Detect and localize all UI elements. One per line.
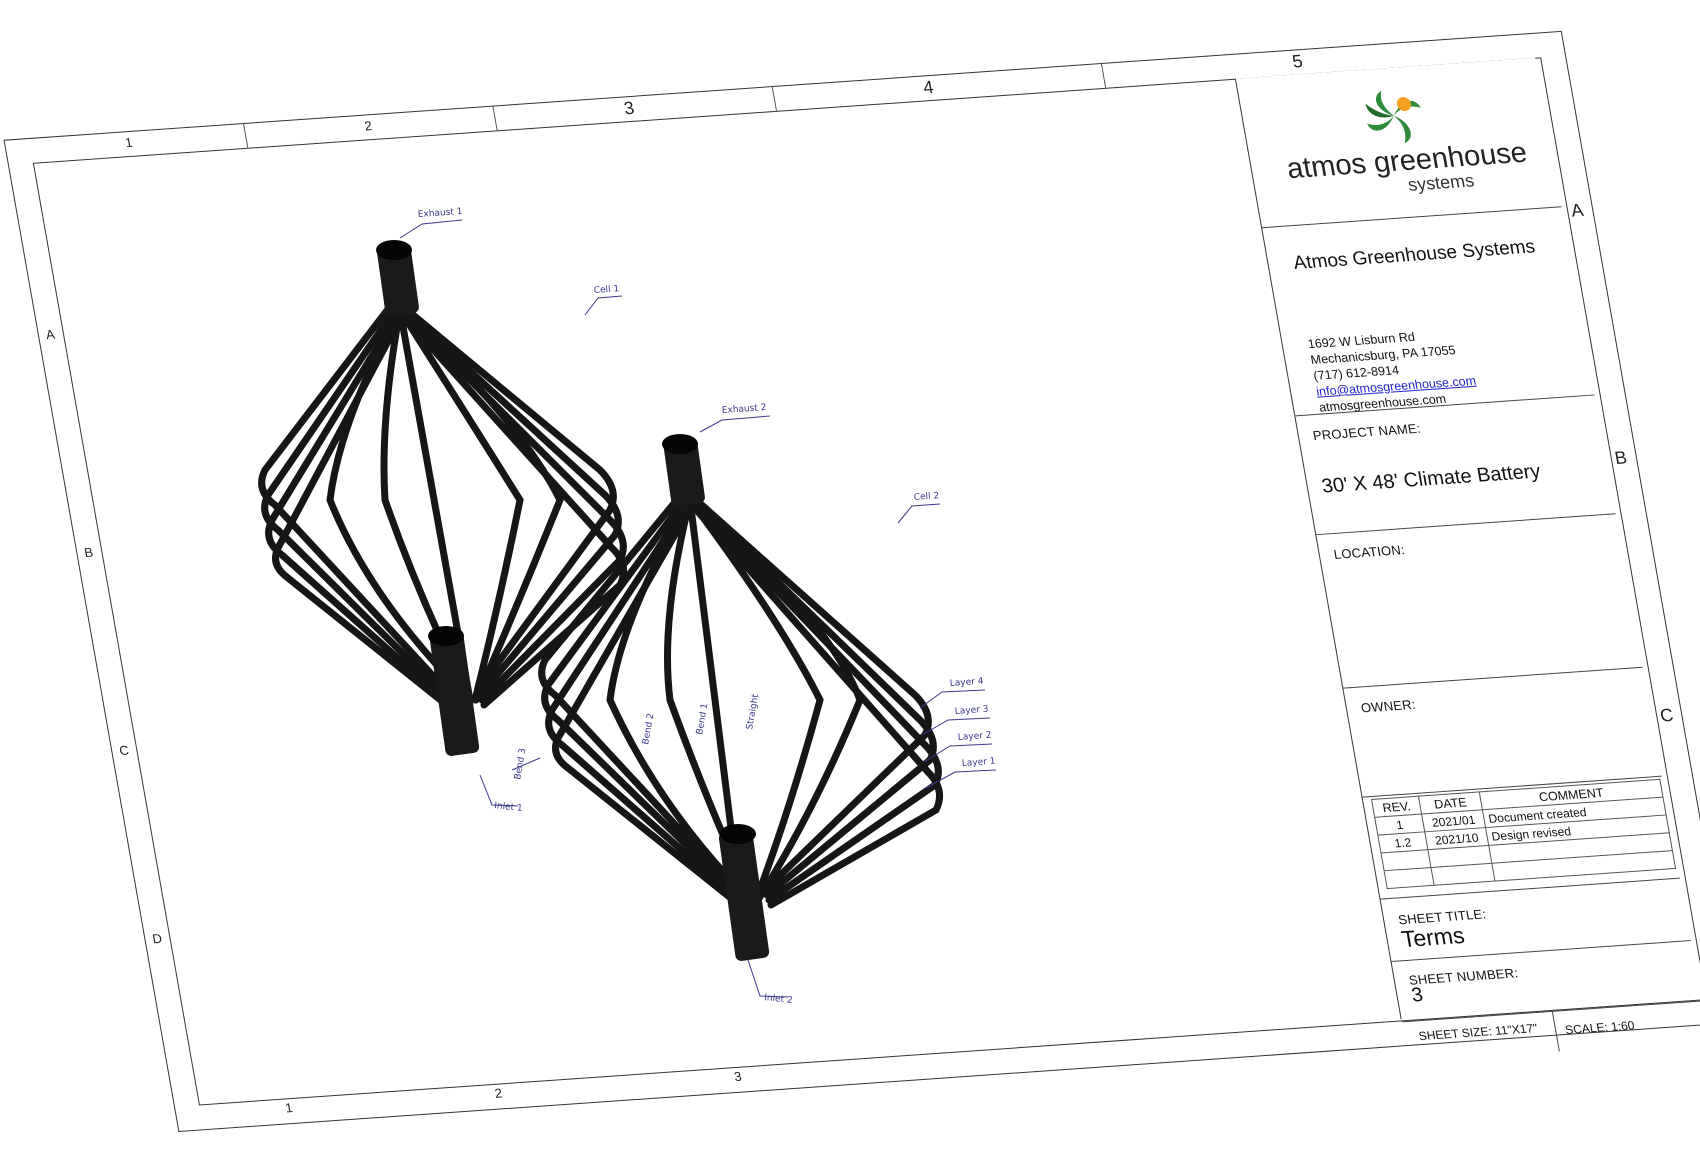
- climate-battery-drawing: Exhaust 1 Cell 1 Exhaust 2 Cell 2 Inlet …: [258, 207, 997, 1006]
- callout-inlet-2: Inlet 2: [764, 993, 793, 1006]
- callout-layer-3: Layer 3: [955, 705, 989, 717]
- callout-exhaust-1: Exhaust 1: [418, 207, 463, 220]
- exhaust-1-opening: [376, 240, 412, 260]
- inlet-1-opening: [428, 626, 464, 646]
- leader-cell-1: [584, 295, 623, 316]
- callout-bend-1: Bend 1: [695, 703, 710, 736]
- callout-cell-2: Cell 2: [914, 491, 940, 503]
- inlet-2-opening: [720, 824, 756, 844]
- leader-inlet-2: [747, 959, 789, 998]
- callout-exhaust-2: Exhaust 2: [722, 403, 767, 416]
- callout-layer-2: Layer 2: [958, 731, 992, 743]
- callout-layer-4: Layer 4: [950, 677, 985, 689]
- callout-cell-1: Cell 1: [594, 284, 620, 296]
- callout-bend-2: Bend 2: [641, 713, 656, 746]
- callout-straight: Straight: [745, 693, 761, 731]
- callout-leaders: [399, 219, 997, 998]
- callout-layer-1: Layer 1: [962, 757, 996, 769]
- leader-exhaust-2: [699, 415, 771, 433]
- leader-exhaust-1: [399, 219, 463, 239]
- exhaust-2-opening: [662, 434, 698, 454]
- leader-cell-2: [897, 503, 941, 524]
- callout-inlet-1: Inlet 1: [494, 801, 523, 814]
